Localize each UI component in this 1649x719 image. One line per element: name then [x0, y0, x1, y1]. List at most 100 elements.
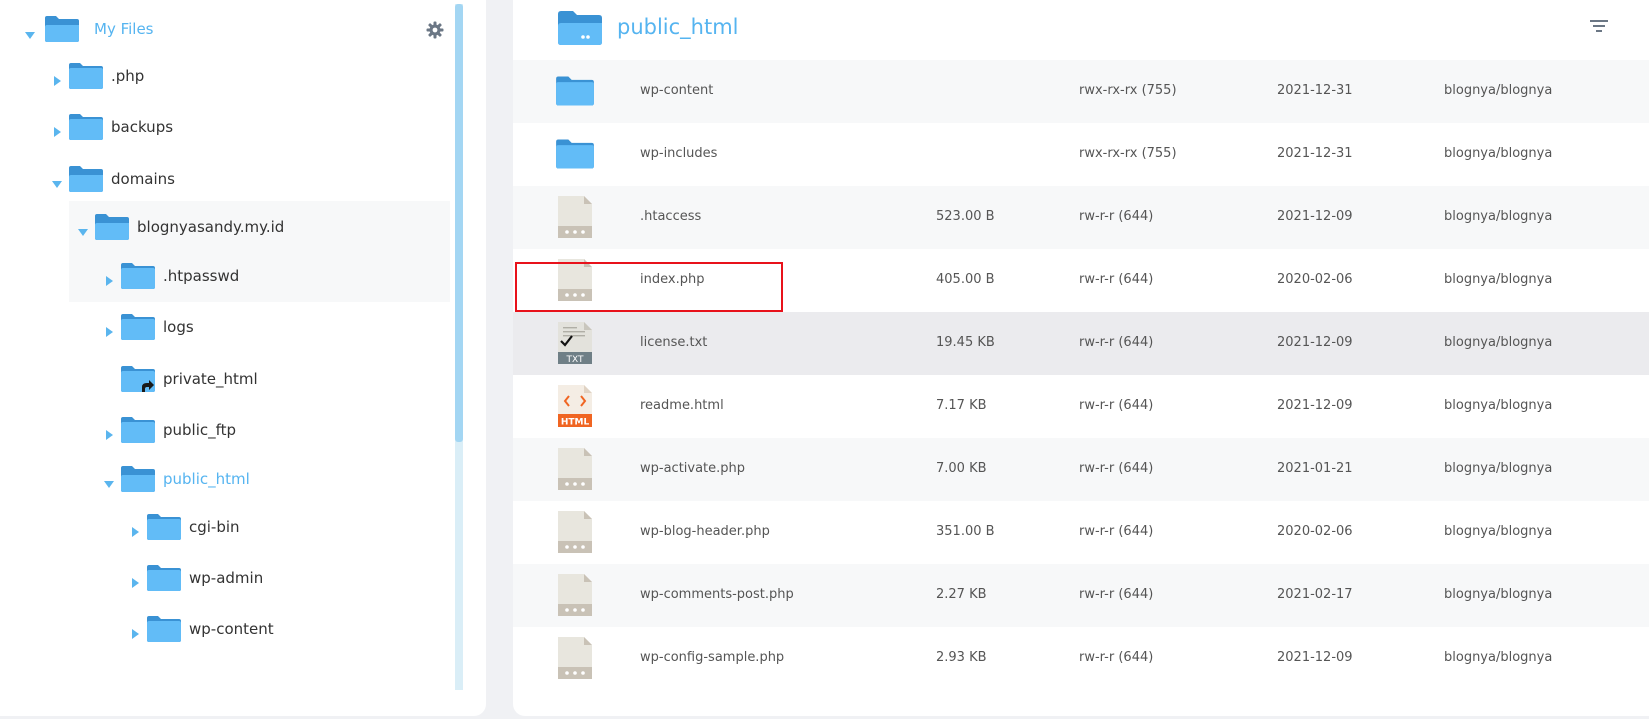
file-name[interactable]: wp-activate.php [640, 459, 745, 479]
folder-tree-panel: My Files .php backups domains blognyasan… [0, 0, 486, 716]
chevron-right-icon[interactable] [104, 425, 114, 440]
folder-icon [120, 313, 156, 341]
tree-node-label[interactable]: cgi-bin [189, 517, 240, 537]
tree-node-label[interactable]: wp-admin [189, 568, 263, 588]
file-name[interactable]: wp-content [640, 81, 713, 101]
file-date: 2021-12-09 [1277, 335, 1353, 350]
folder-link-icon [120, 365, 156, 393]
file-permissions: rw-r-r (644) [1079, 209, 1154, 224]
file-size: 351.00 B [936, 524, 995, 539]
file-row[interactable]: wp-config-sample.php 2.93 KB rw-r-r (644) 2… [513, 627, 1649, 690]
file-owner: blognya/blognya [1444, 146, 1553, 161]
tree-node-label[interactable]: logs [163, 317, 194, 337]
file-row[interactable]: wp-content rwx-rx-rx (755) 2021-12-31 blogn… [513, 60, 1649, 123]
file-size: 7.17 KB [936, 398, 987, 413]
file-size: 7.00 KB [936, 461, 987, 476]
file-owner: blognya/blognya [1444, 587, 1553, 602]
folder-icon [146, 564, 182, 592]
chevron-right-icon[interactable] [130, 522, 140, 537]
tree-node-backups[interactable]: backups [0, 101, 450, 153]
folder-open-icon [68, 165, 104, 193]
tree-node-label[interactable]: public_ftp [163, 420, 236, 440]
file-row[interactable]: HTML readme.html 7.17 KB rw-r-r (644) 2021-… [513, 375, 1649, 438]
file-owner: blognya/blognya [1444, 83, 1553, 98]
tree-node-label[interactable]: wp-content [189, 619, 274, 639]
chevron-right-icon[interactable] [52, 122, 62, 137]
file-permissions: rw-r-r (644) [1079, 461, 1154, 476]
folder-icon [68, 113, 104, 141]
file-row[interactable]: wp-activate.php 7.00 KB rw-r-r (644) 2021-0… [513, 438, 1649, 501]
tree-scrollbar-thumb[interactable] [455, 4, 463, 442]
file-row[interactable]: TXT license.txt 19.45 KB rw-r-r (644) 2021-… [513, 312, 1649, 375]
generic-file-icon [555, 447, 595, 491]
file-name[interactable]: readme.html [640, 396, 724, 416]
file-list-panel: public_html wp-content rwx-rx-rx (755) 202… [513, 0, 1649, 716]
folder-icon [120, 416, 156, 444]
tree-node-php[interactable]: .php [0, 50, 450, 102]
file-name[interactable]: license.txt [640, 333, 707, 353]
tree-root-my-files[interactable]: My Files [0, 3, 450, 55]
folder-open-icon [94, 213, 130, 241]
file-row[interactable]: .htaccess 523.00 B rw-r-r (644) 2021-12-09 b… [513, 186, 1649, 249]
tree-node-domains[interactable]: domains [0, 153, 450, 205]
tree-node-label[interactable]: .php [111, 66, 144, 86]
chevron-down-icon[interactable] [25, 25, 35, 39]
file-date: 2021-12-09 [1277, 209, 1353, 224]
tree-node-label[interactable]: private_html [163, 369, 258, 389]
file-date: 2021-02-17 [1277, 587, 1353, 602]
tree-node-label[interactable]: public_html [163, 469, 250, 489]
file-row[interactable]: wp-comments-post.php 2.27 KB rw-r-r (644) 2… [513, 564, 1649, 627]
current-folder-title: public_html [617, 15, 739, 39]
chevron-down-icon[interactable] [52, 174, 62, 188]
filter-icon[interactable] [1588, 17, 1610, 35]
file-row[interactable]: wp-includes rwx-rx-rx (755) 2021-12-31 blog… [513, 123, 1649, 186]
folder-icon [120, 262, 156, 290]
tree-node-public-html[interactable]: public_html [0, 453, 450, 505]
file-name[interactable]: wp-config-sample.php [640, 648, 784, 668]
file-name[interactable]: wp-blog-header.php [640, 522, 770, 542]
file-owner: blognya/blognya [1444, 461, 1553, 476]
folder-open-icon [120, 465, 156, 493]
file-name[interactable]: wp-comments-post.php [640, 585, 794, 605]
tree-node-label[interactable]: domains [111, 169, 175, 189]
file-size: 405.00 B [936, 272, 995, 287]
tree-node-htpasswd[interactable]: .htpasswd [69, 250, 450, 302]
chevron-down-icon[interactable] [104, 474, 114, 488]
file-row[interactable]: index.php 405.00 B rw-r-r (644) 2020-02-06 b… [513, 249, 1649, 312]
tree-node-private-html[interactable]: private_html [0, 353, 450, 405]
tree-node-wp-admin[interactable]: wp-admin [0, 552, 450, 604]
gear-icon[interactable] [425, 20, 445, 40]
chevron-right-icon[interactable] [130, 624, 140, 639]
tree-node-label[interactable]: .htpasswd [163, 266, 239, 286]
chevron-right-icon[interactable] [104, 271, 114, 286]
file-size: 19.45 KB [936, 335, 995, 350]
tree-root-label[interactable]: My Files [94, 19, 154, 39]
generic-file-icon [555, 573, 595, 617]
tree-node-wp-content[interactable]: wp-content [0, 603, 450, 655]
tree-node-label[interactable]: blognyasandy.my.id [137, 217, 284, 237]
tree-node-logs[interactable]: logs [0, 301, 450, 353]
generic-file-icon [555, 636, 595, 680]
generic-file-icon [555, 195, 595, 239]
chevron-right-icon[interactable] [104, 322, 114, 337]
file-date: 2021-12-09 [1277, 650, 1353, 665]
tree-node-public-ftp[interactable]: public_ftp [0, 404, 450, 456]
folder-open-icon [557, 10, 603, 46]
svg-text:HTML: HTML [561, 418, 590, 428]
file-date: 2020-02-06 [1277, 524, 1353, 539]
file-date: 2021-12-31 [1277, 83, 1353, 98]
file-name[interactable]: wp-includes [640, 144, 717, 164]
tree-node-blognyasandy-my-id[interactable]: blognyasandy.my.id [69, 201, 450, 253]
file-owner: blognya/blognya [1444, 398, 1553, 413]
txt-file-icon: TXT [555, 321, 595, 365]
file-permissions: rw-r-r (644) [1079, 272, 1154, 287]
file-name[interactable]: .htaccess [640, 207, 701, 227]
chevron-down-icon[interactable] [78, 222, 88, 236]
chevron-right-icon[interactable] [130, 573, 140, 588]
file-name[interactable]: index.php [640, 270, 704, 290]
tree-node-label[interactable]: backups [111, 117, 173, 137]
chevron-right-icon[interactable] [52, 71, 62, 86]
html-file-icon: HTML [555, 384, 595, 428]
tree-node-cgi-bin[interactable]: cgi-bin [0, 501, 450, 553]
file-row[interactable]: wp-blog-header.php 351.00 B rw-r-r (644) 20… [513, 501, 1649, 564]
